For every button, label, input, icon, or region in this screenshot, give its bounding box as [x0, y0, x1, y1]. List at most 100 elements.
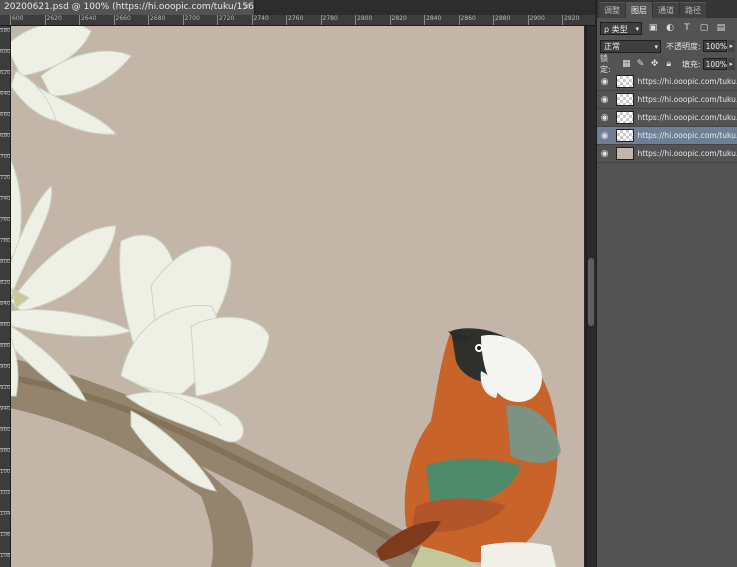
- document-title: 20200621.psd @ 100% (https://hi.ooopic.c…: [4, 2, 254, 12]
- ruler-tick-label: 2720: [217, 15, 234, 25]
- ruler-tick-label: 820: [0, 280, 11, 286]
- ruler-tick-label: 680: [0, 133, 11, 139]
- lock-position-icon[interactable]: ✥: [650, 59, 660, 70]
- opacity-input[interactable]: 100%: [702, 40, 727, 52]
- ruler-tick-label: 920: [0, 385, 11, 391]
- panel-empty-area: [597, 165, 737, 567]
- ruler-tick-label: 2780: [320, 15, 338, 25]
- scrollbar-thumb[interactable]: [588, 258, 594, 326]
- layer-row[interactable]: ◉ https://hi.ooopic.com/tuku...: [597, 145, 737, 163]
- visibility-eye-icon[interactable]: ◉: [597, 95, 612, 105]
- layer-thumbnail: [616, 147, 634, 160]
- layer-filter-select[interactable]: ρ 类型: [600, 21, 642, 36]
- ruler-tick-label: 2760: [286, 15, 303, 25]
- tab-layers[interactable]: 图层: [626, 2, 652, 18]
- ruler-tick-label: 860: [0, 322, 11, 328]
- layer-thumbnail: [616, 93, 634, 106]
- layer-thumbnail: [616, 75, 634, 88]
- filter-row: ρ 类型 ▣ ◐ T ▢ ▤: [597, 19, 737, 37]
- ruler-tick-label: 2800: [355, 15, 372, 25]
- ruler-tick-label: 1040: [0, 511, 11, 517]
- ruler-tick-label: 880: [0, 343, 11, 349]
- ruler-tick-label: 800: [0, 259, 11, 265]
- ruler-tick-label: 600: [0, 49, 11, 55]
- type-filter-icon[interactable]: T: [681, 22, 693, 34]
- shape-filter-icon[interactable]: ▢: [698, 22, 710, 34]
- ruler-tick-label: 940: [0, 406, 11, 412]
- blend-row: 正常 不透明度: 100% ▸: [597, 37, 737, 55]
- magnolia-top: [11, 26, 132, 135]
- ruler-tick-label: 2660: [113, 15, 131, 25]
- layer-row[interactable]: ◉ https://hi.ooopic.com/tuku...: [597, 73, 737, 91]
- visibility-eye-icon[interactable]: ◉: [597, 113, 612, 123]
- blend-mode-select[interactable]: 正常: [600, 39, 661, 53]
- close-tab-icon[interactable]: ×: [242, 0, 250, 15]
- ruler-tick-label: 2880: [493, 15, 510, 25]
- adjustment-filter-icon[interactable]: ◐: [664, 22, 676, 34]
- ruler-tick-label: 720: [0, 175, 11, 181]
- layer-thumbnail: [616, 129, 634, 142]
- ruler-tick-label: 2740: [251, 15, 269, 25]
- layer-name: https://hi.ooopic.com/tuku...: [637, 149, 737, 158]
- ruler-tick-label: 900: [0, 364, 11, 370]
- layers-panel: 调整 图层 通道 路径 ρ 类型 ▣ ◐ T ▢ ▤ 正常 不透明度: 100%…: [596, 0, 737, 567]
- artwork: [11, 26, 561, 567]
- smart-object-filter-icon[interactable]: ▤: [715, 22, 727, 34]
- ruler-tick-label: 740: [0, 196, 11, 202]
- fill-dropdown-icon[interactable]: ▸: [727, 58, 735, 70]
- lock-paint-icon[interactable]: ✎: [635, 59, 645, 70]
- ruler-tick-label: 980: [0, 448, 11, 454]
- visibility-eye-icon[interactable]: ◉: [597, 149, 612, 159]
- tab-channels[interactable]: 通道: [653, 2, 679, 18]
- ruler-tick-label: 2840: [424, 15, 441, 25]
- document-canvas[interactable]: [11, 26, 584, 567]
- opacity-dropdown-icon[interactable]: ▸: [727, 40, 735, 52]
- ruler-tick-label: 660: [0, 112, 11, 118]
- horizontal-ruler: 600 2620 2640 2660 2680 2700 2720 2740 2760 2780 2…: [0, 15, 595, 26]
- ruler-tick-label: 2700: [182, 15, 200, 25]
- ruler-tick-label: 1000: [0, 469, 11, 475]
- layer-name: https://hi.ooopic.com/tuku...: [637, 131, 737, 140]
- ruler-tick-label: 1080: [0, 553, 11, 559]
- ruler-tick-label: 700: [0, 154, 11, 160]
- ruler-tick-label: 2900: [527, 15, 545, 25]
- fill-label: 填充:: [681, 59, 701, 69]
- visibility-eye-icon[interactable]: ◉: [597, 77, 612, 87]
- ruler-tick-label: 580: [0, 28, 11, 34]
- layer-name: https://hi.ooopic.com/tuku...: [637, 95, 737, 104]
- fill-input[interactable]: 100%: [702, 58, 727, 70]
- ruler-tick-label: 2680: [148, 15, 165, 25]
- layer-name: https://hi.ooopic.com/tuku...: [637, 113, 737, 122]
- layer-row[interactable]: ◉ https://hi.ooopic.com/tuku...: [597, 109, 737, 127]
- ruler-tick-label: 2820: [389, 15, 407, 25]
- vertical-scrollbar[interactable]: [586, 26, 596, 567]
- layer-thumbnail: [616, 111, 634, 124]
- document-tab[interactable]: 20200621.psd @ 100% (https://hi.ooopic.c…: [0, 0, 255, 15]
- visibility-eye-icon[interactable]: ◉: [597, 131, 612, 141]
- tab-paths[interactable]: 路径: [680, 2, 706, 18]
- lock-all-icon[interactable]: 🔒︎: [664, 59, 674, 70]
- ruler-tick-label: 1020: [0, 490, 11, 496]
- tab-adjustments[interactable]: 调整: [599, 2, 625, 18]
- ruler-tick-label: 620: [0, 70, 11, 76]
- ruler-tick-label: 960: [0, 427, 11, 433]
- image-filter-icon[interactable]: ▣: [647, 22, 659, 34]
- ruler-tick-label: 640: [0, 91, 11, 97]
- opacity-label: 不透明度:: [665, 41, 701, 51]
- ruler-tick-label: 2640: [79, 15, 96, 25]
- lock-transparent-icon[interactable]: ▦: [621, 59, 631, 70]
- ruler-tick-label: 2620: [44, 15, 62, 25]
- ruler-tick-label: 840: [0, 301, 11, 307]
- ruler-tick-label: 780: [0, 238, 11, 244]
- vertical-ruler: 580 600 620 640 660 680 700 720 740 760 780 800 820 8…: [0, 26, 11, 567]
- ruler-tick-label: 760: [0, 217, 11, 223]
- layer-list: ◉ https://hi.ooopic.com/tuku... ◉ https:…: [597, 73, 737, 163]
- layer-row[interactable]: ◉ https://hi.ooopic.com/tuku...: [597, 91, 737, 109]
- magnolia-left: [11, 159, 133, 402]
- ruler-tick-label: 2860: [458, 15, 476, 25]
- ruler-tick-label: 2920: [562, 15, 579, 25]
- layer-row-selected[interactable]: ◉ https://hi.ooopic.com/tuku...: [597, 127, 737, 145]
- panel-tabs: 调整 图层 通道 路径: [597, 0, 737, 18]
- bird: [376, 328, 561, 567]
- tab-strip: [255, 0, 595, 15]
